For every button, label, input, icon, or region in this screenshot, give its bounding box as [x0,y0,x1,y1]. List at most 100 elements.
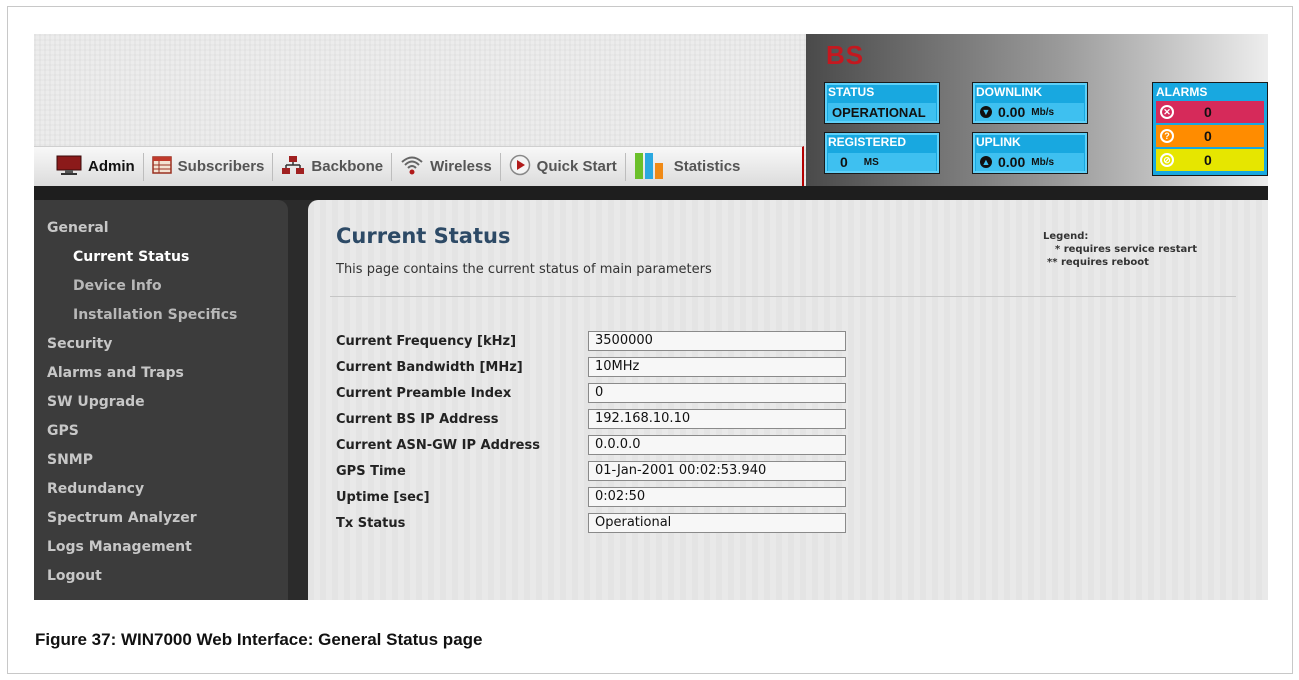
main-content: Current Status This page contains the cu… [308,200,1268,600]
alarm-minor-count: 0 [1204,152,1212,168]
sidebar-item-current-status[interactable]: Current Status [34,243,288,272]
nav-backbone-label: Backbone [311,158,384,175]
sidebar-item-general[interactable]: General [34,214,288,243]
alarm-minor-row[interactable]: ⊘ 0 [1156,149,1264,171]
legend: Legend: * requires service restart ** re… [1043,230,1197,269]
sidebar-item-spectrum-analyzer[interactable]: Spectrum Analyzer [34,504,288,533]
nav-admin[interactable]: Admin [48,152,144,181]
bar-chart-icon [634,151,668,183]
status-value: OPERATIONAL [828,103,936,121]
field-row-uptime: Uptime [sec] 0:02:50 [336,484,846,510]
downlink-label: DOWNLINK [976,85,1042,99]
field-label: Current BS IP Address [336,411,499,427]
figure-caption: Figure 37: WIN7000 Web Interface: Genera… [35,630,483,649]
field-label: Uptime [sec] [336,489,430,505]
nav-wireless[interactable]: Wireless [392,152,501,181]
table-icon [151,155,172,178]
legend-restart: * requires service restart [1043,243,1197,256]
field-label: Current Bandwidth [MHz] [336,359,523,375]
field-label: Current Preamble Index [336,385,512,401]
field-value-asn-gw-ip: 0.0.0.0 [588,435,846,455]
field-row-frequency: Current Frequency [kHz] 3500000 [336,328,846,354]
sidebar-item-alarms-and-traps[interactable]: Alarms and Traps [34,359,288,388]
sidebar-item-security[interactable]: Security [34,330,288,359]
major-alarm-icon: ? [1160,129,1174,143]
arrow-up-icon: ▲ [980,156,992,168]
sidebar-item-snmp[interactable]: SNMP [34,446,288,475]
main-nav: Admin Subscribers Backbone Wireless Quic… [34,146,804,186]
registered-box: REGISTERED 0 MS [824,132,940,174]
uplink-unit: Mb/s [1031,156,1055,168]
downlink-box: DOWNLINK ▼ 0.00 Mb/s [972,82,1088,124]
field-label: Current ASN-GW IP Address [336,437,540,453]
field-row-bandwidth: Current Bandwidth [MHz] 10MHz [336,354,846,380]
alarm-critical-row[interactable]: ✕ 0 [1156,101,1264,123]
sidebar-item-device-info[interactable]: Device Info [34,272,288,301]
legend-reboot-mark: ** [1047,257,1058,268]
field-row-asn-gw-ip: Current ASN-GW IP Address 0.0.0.0 [336,432,846,458]
nav-wireless-label: Wireless [430,158,492,175]
alarm-critical-count: 0 [1204,104,1212,120]
content-divider [330,296,1236,297]
header: Admin Subscribers Backbone Wireless Quic… [34,34,1268,186]
sidebar-item-sw-upgrade[interactable]: SW Upgrade [34,388,288,417]
field-value-uptime: 0:02:50 [588,487,846,507]
status-box: STATUS OPERATIONAL [824,82,940,124]
monitor-icon [56,155,82,179]
registered-label: REGISTERED [828,135,907,149]
sidebar-item-logout[interactable]: Logout [34,562,288,591]
alarms-label: ALARMS [1156,85,1208,99]
sidebar-item-installation-specifics[interactable]: Installation Specifics [34,301,288,330]
registered-value: 0 [840,154,848,170]
alarms-box[interactable]: ALARMS ✕ 0 ? 0 ⊘ 0 [1152,82,1268,176]
downlink-value: 0.00 [998,104,1026,120]
field-value-tx-status: Operational [588,513,846,533]
arrow-down-icon: ▼ [980,106,992,118]
field-label: GPS Time [336,463,406,479]
status-fields: Current Frequency [kHz] 3500000 Current … [336,328,846,536]
downlink-value-row: ▼ 0.00 Mb/s [976,103,1084,121]
status-label: STATUS [828,85,875,99]
status-panel: BS STATUS OPERATIONAL REGISTERED 0 MS DO… [806,34,1268,186]
uplink-value: 0.00 [998,154,1026,170]
field-label: Tx Status [336,515,406,531]
uplink-box: UPLINK ▲ 0.00 Mb/s [972,132,1088,174]
field-row-gps-time: GPS Time 01-Jan-2001 00:02:53.940 [336,458,846,484]
page-title: Current Status [336,224,511,248]
minor-alarm-icon: ⊘ [1160,153,1174,167]
sidebar-item-gps[interactable]: GPS [34,417,288,446]
header-divider-band [34,186,1268,200]
web-interface-screenshot: Admin Subscribers Backbone Wireless Quic… [34,34,1268,600]
nav-subscribers-label: Subscribers [177,158,265,175]
sidebar-item-redundancy[interactable]: Redundancy [34,475,288,504]
legend-reboot-text: requires reboot [1060,257,1149,268]
legend-title: Legend: [1043,231,1089,242]
nav-backbone[interactable]: Backbone [273,152,393,181]
sidebar: General Current Status Device Info Insta… [34,200,288,600]
alarm-major-count: 0 [1204,128,1212,144]
legend-reboot: ** requires reboot [1043,256,1197,269]
bs-title: BS [826,40,865,70]
registered-value-row: 0 MS [828,153,936,171]
nav-statistics-label: Statistics [673,158,741,175]
legend-restart-text: requires service restart [1063,244,1197,255]
field-value-bs-ip: 192.168.10.10 [588,409,846,429]
page-description: This page contains the current status of… [336,262,712,277]
field-value-preamble-index: 0 [588,383,846,403]
alarm-major-row[interactable]: ? 0 [1156,125,1264,147]
wifi-icon [400,154,424,180]
nav-subscribers[interactable]: Subscribers [144,152,274,181]
critical-alarm-icon: ✕ [1160,105,1174,119]
nav-statistics[interactable]: Statistics [626,151,749,183]
play-icon [509,154,531,180]
network-icon [281,155,305,179]
sidebar-item-logs-management[interactable]: Logs Management [34,533,288,562]
uplink-value-row: ▲ 0.00 Mb/s [976,153,1084,171]
nav-quick-start-label: Quick Start [536,158,617,175]
field-value-bandwidth: 10MHz [588,357,846,377]
uplink-label: UPLINK [976,135,1021,149]
legend-restart-mark: * [1055,244,1061,255]
nav-quick-start[interactable]: Quick Start [501,152,626,181]
field-row-bs-ip: Current BS IP Address 192.168.10.10 [336,406,846,432]
downlink-unit: Mb/s [1031,106,1055,118]
